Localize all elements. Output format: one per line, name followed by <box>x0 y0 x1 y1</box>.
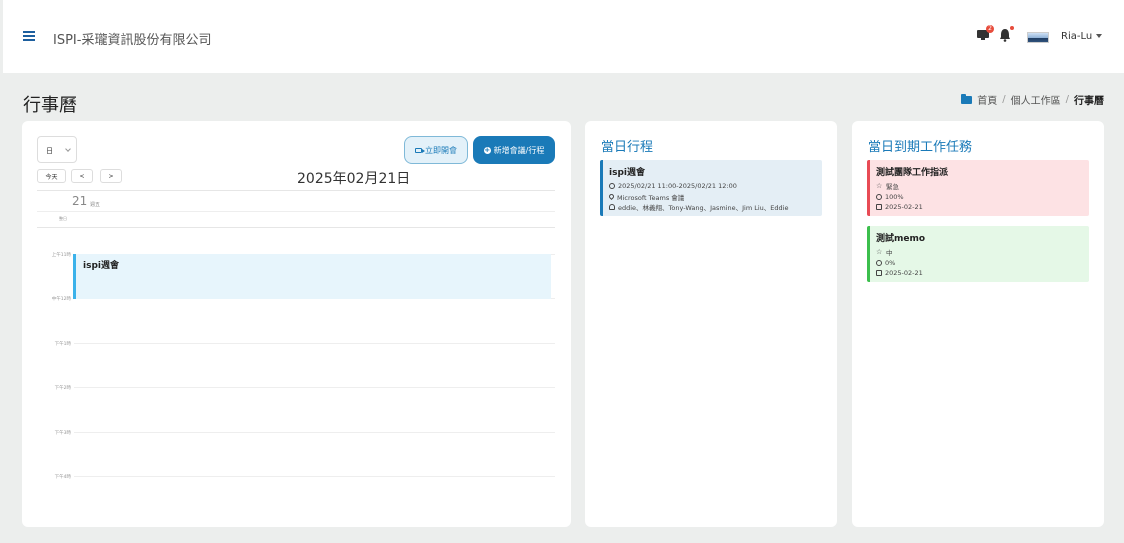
breadcrumb-workspace[interactable]: 個人工作區 <box>1011 92 1061 107</box>
allday-label: 整日 <box>59 216 67 221</box>
task-progress: 100% <box>885 192 904 201</box>
person-icon <box>609 204 615 211</box>
folder-icon <box>961 93 973 104</box>
star-icon: ☆ <box>876 182 883 191</box>
hour-label: 上午11時 <box>51 253 71 258</box>
calendar-icon <box>876 270 882 277</box>
bell-icon <box>1000 29 1010 42</box>
add-meeting-label: 新增會議/行程 <box>493 145 545 155</box>
schedule-time: 2025/02/21 11:00-2025/02/21 12:00 <box>618 182 737 191</box>
calendar-event[interactable]: ispi週會 <box>73 254 551 299</box>
messages-badge: 2 <box>986 25 994 33</box>
page-title: 行事曆 <box>23 95 77 116</box>
hour-label: 下午4時 <box>54 475 71 480</box>
prev-day-button[interactable]: < <box>71 169 93 183</box>
task-title: 測試團隊工作指派 <box>876 168 949 178</box>
star-icon: ☆ <box>876 248 883 257</box>
clock-icon <box>609 183 615 190</box>
hour-line <box>74 432 555 433</box>
check-circle-icon <box>876 259 882 266</box>
task-progress-row: 100% <box>876 192 1089 203</box>
day-schedule-title: 當日行程 <box>601 140 654 155</box>
view-select[interactable]: 日 <box>37 136 77 163</box>
notifications-dot <box>1010 26 1014 30</box>
task-priority-row: ☆ 緊急 <box>876 181 1089 192</box>
task-date-row: 2025-02-21 <box>876 202 1089 213</box>
top-navbar: ISPI-采瓏資訊股份有限公司 <box>3 0 1124 73</box>
schedule-location: Microsoft Teams 會議 <box>617 193 685 202</box>
schedule-item-title: ispi週會 <box>609 168 645 178</box>
check-circle-icon <box>876 193 882 200</box>
schedule-location-row: Microsoft Teams 會議 <box>607 192 822 203</box>
hour-label: 下午3時 <box>54 431 71 436</box>
view-select-value: 日 <box>46 147 53 155</box>
avatar[interactable] <box>1027 32 1049 43</box>
day-header: 21 週五 整日 <box>37 190 555 228</box>
plus-circle-icon: + <box>483 145 491 154</box>
meet-now-button[interactable]: 立即開會 <box>404 136 468 164</box>
schedule-attendees-row: eddie、林義翔、Tony-Wang、Jasmine、Jim Liu、Eddi… <box>609 202 822 213</box>
hour-line <box>74 343 555 344</box>
user-name[interactable]: Ria-Lu <box>1061 31 1092 42</box>
today-button[interactable]: 今天 <box>37 169 66 183</box>
task-progress-row: 0% <box>876 258 1089 269</box>
due-tasks-title: 當日到期工作任務 <box>868 140 973 155</box>
day-of-week: 週五 <box>90 202 101 208</box>
task-date: 2025-02-21 <box>885 269 923 278</box>
hour-label: 中午12時 <box>51 297 71 302</box>
breadcrumb: 首頁 / 個人工作區 / 行事曆 <box>961 92 1104 107</box>
day-number[interactable]: 21 <box>72 194 87 208</box>
hour-line <box>74 476 555 477</box>
task-title: 測試memo <box>876 234 926 244</box>
calendar-icon <box>876 204 882 211</box>
calendar-card: 日 立即開會 + 新增會議/行程 今天 < > 2025年02月21日 21 週… <box>22 121 571 527</box>
video-camera-icon <box>415 147 425 153</box>
due-tasks-card: 當日到期工作任務 測試團隊工作指派 ☆ 緊急 100% 2025-02-21 測… <box>852 121 1104 527</box>
task-item[interactable]: 測試memo ☆ 中 0% 2025-02-21 <box>867 226 1089 282</box>
hour-line <box>74 387 555 388</box>
schedule-attendees: eddie、林義翔、Tony-Wang、Jasmine、Jim Liu、Eddi… <box>618 204 789 213</box>
company-name: ISPI-采瓏資訊股份有限公司 <box>53 33 212 48</box>
breadcrumb-home[interactable]: 首頁 <box>977 92 997 107</box>
task-priority-row: ☆ 中 <box>876 247 1089 258</box>
task-date-row: 2025-02-21 <box>876 268 1089 279</box>
current-date: 2025年02月21日 <box>297 171 411 187</box>
location-pin-icon <box>607 193 616 201</box>
schedule-time-row: 2025/02/21 11:00-2025/02/21 12:00 <box>609 181 822 192</box>
calendar-event-title: ispi週會 <box>83 261 119 271</box>
chevron-down-icon <box>65 146 71 152</box>
task-priority: 緊急 <box>886 183 899 192</box>
hour-label: 下午2時 <box>54 386 71 391</box>
next-day-button[interactable]: > <box>100 169 122 183</box>
add-meeting-button[interactable]: + 新增會議/行程 <box>473 136 555 164</box>
task-progress: 0% <box>885 258 896 267</box>
hour-label: 下午1時 <box>54 342 71 347</box>
caret-down-icon[interactable] <box>1096 34 1102 38</box>
breadcrumb-separator: / <box>1002 94 1006 105</box>
hamburger-menu-icon[interactable] <box>23 31 35 41</box>
task-item[interactable]: 測試團隊工作指派 ☆ 緊急 100% 2025-02-21 <box>867 160 1089 216</box>
allday-divider <box>37 211 555 212</box>
task-date: 2025-02-21 <box>885 203 923 212</box>
messages-button[interactable]: 2 <box>976 25 994 46</box>
breadcrumb-separator: / <box>1065 94 1069 105</box>
meet-now-label: 立即開會 <box>425 145 457 155</box>
day-schedule-card: 當日行程 ispi週會 2025/02/21 11:00-2025/02/21 … <box>585 121 837 527</box>
schedule-item[interactable]: ispi週會 2025/02/21 11:00-2025/02/21 12:00… <box>600 160 822 216</box>
breadcrumb-current: 行事曆 <box>1074 96 1104 107</box>
task-priority: 中 <box>886 249 893 258</box>
notifications-button[interactable] <box>998 26 1014 46</box>
